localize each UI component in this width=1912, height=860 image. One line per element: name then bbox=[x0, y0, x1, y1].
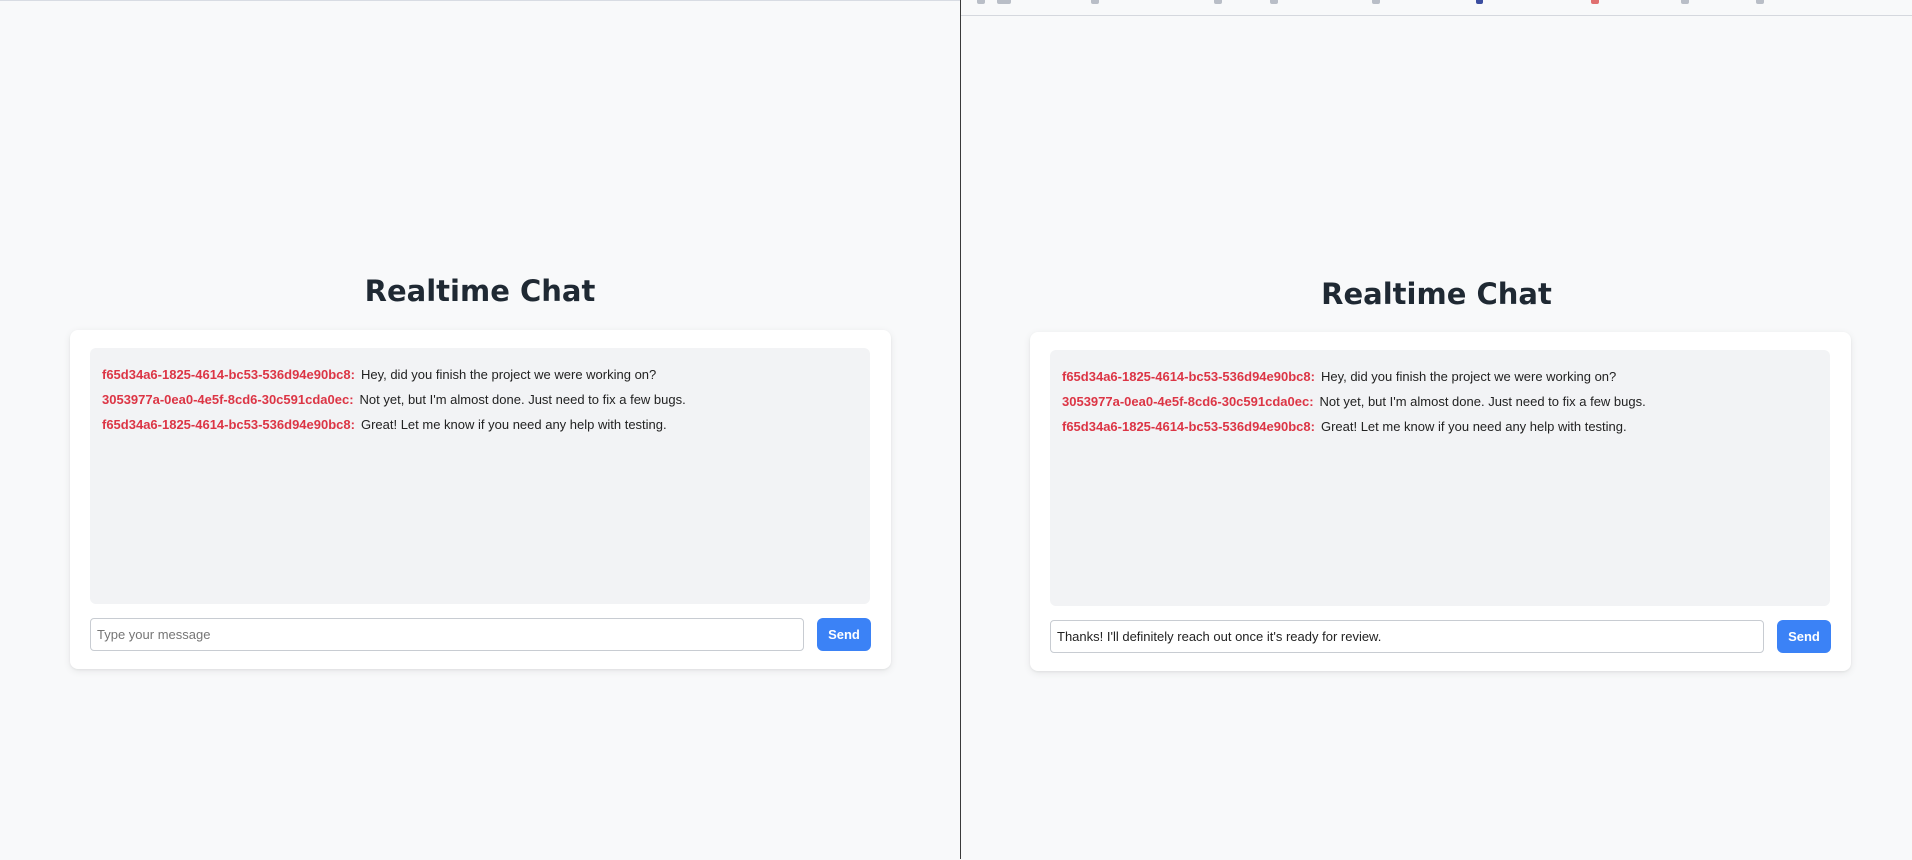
message-row: 3053977a-0ea0-4e5f-8cd6-30c591cda0ec: Not… bbox=[1062, 393, 1818, 410]
message-text: Not yet, but I'm almost done. Just need … bbox=[1319, 394, 1646, 409]
bookmark-icon bbox=[1476, 0, 1483, 4]
bookmark-icon bbox=[1372, 0, 1380, 4]
bookmark-icon bbox=[977, 0, 985, 4]
bookmark-icon bbox=[997, 0, 1011, 4]
message-username: f65d34a6-1825-4614-bc53-536d94e90bc8: bbox=[1062, 419, 1315, 434]
message-row: 3053977a-0ea0-4e5f-8cd6-30c591cda0ec: Not… bbox=[102, 391, 858, 408]
message-text: Hey, did you finish the project we were … bbox=[1320, 369, 1617, 384]
message-input[interactable] bbox=[1050, 620, 1764, 653]
bookmark-icon bbox=[1091, 0, 1099, 4]
message-username: f65d34a6-1825-4614-bc53-536d94e90bc8: bbox=[102, 417, 355, 432]
send-button[interactable]: Send bbox=[1777, 620, 1831, 653]
message-row: f65d34a6-1825-4614-bc53-536d94e90bc8: Hey… bbox=[102, 366, 858, 383]
chat-card: f65d34a6-1825-4614-bc53-536d94e90bc8: Hey… bbox=[1030, 332, 1851, 671]
message-username: 3053977a-0ea0-4e5f-8cd6-30c591cda0ec: bbox=[102, 392, 354, 407]
message-input[interactable] bbox=[90, 618, 804, 651]
chat-window-right: Realtime Chat f65d34a6-1825-4614-bc53-53… bbox=[961, 0, 1912, 859]
message-text: Not yet, but I'm almost done. Just need … bbox=[359, 392, 686, 407]
send-button[interactable]: Send bbox=[817, 618, 871, 651]
message-username: f65d34a6-1825-4614-bc53-536d94e90bc8: bbox=[102, 367, 355, 382]
bookmark-icon bbox=[1756, 0, 1764, 4]
bookmark-icon bbox=[1214, 0, 1222, 4]
message-text: Great! Let me know if you need any help … bbox=[360, 417, 667, 432]
chat-card: f65d34a6-1825-4614-bc53-536d94e90bc8: Hey… bbox=[70, 330, 891, 669]
message-text: Hey, did you finish the project we were … bbox=[360, 367, 657, 382]
messages-panel: f65d34a6-1825-4614-bc53-536d94e90bc8: Hey… bbox=[1050, 350, 1830, 606]
bookmark-icon bbox=[1270, 0, 1278, 4]
page-title: Realtime Chat bbox=[1321, 277, 1552, 311]
message-row: f65d34a6-1825-4614-bc53-536d94e90bc8: Gre… bbox=[1062, 418, 1818, 435]
bookmarks-bar bbox=[961, 0, 1912, 16]
chat-window-left: Realtime Chat f65d34a6-1825-4614-bc53-53… bbox=[0, 0, 960, 860]
bookmark-icon bbox=[1681, 0, 1689, 4]
page-title: Realtime Chat bbox=[364, 274, 596, 308]
bookmark-icon bbox=[1591, 0, 1599, 4]
messages-panel: f65d34a6-1825-4614-bc53-536d94e90bc8: Hey… bbox=[90, 348, 870, 604]
message-text: Great! Let me know if you need any help … bbox=[1320, 419, 1627, 434]
message-username: f65d34a6-1825-4614-bc53-536d94e90bc8: bbox=[1062, 369, 1315, 384]
message-row: f65d34a6-1825-4614-bc53-536d94e90bc8: Gre… bbox=[102, 416, 858, 433]
message-username: 3053977a-0ea0-4e5f-8cd6-30c591cda0ec: bbox=[1062, 394, 1314, 409]
message-row: f65d34a6-1825-4614-bc53-536d94e90bc8: Hey… bbox=[1062, 368, 1818, 385]
